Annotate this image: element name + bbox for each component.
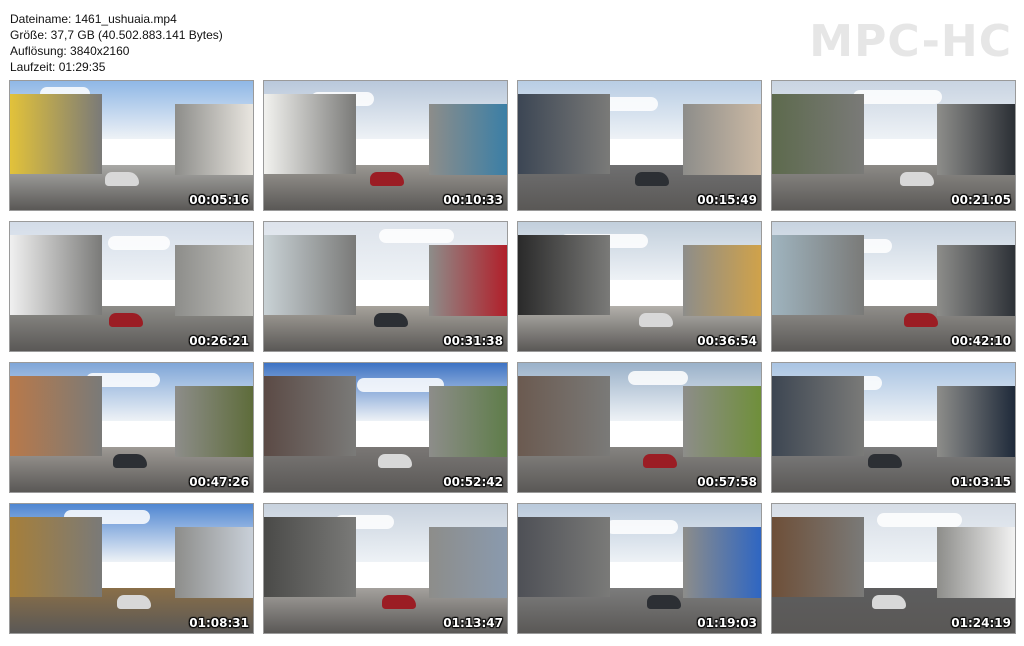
- thumbnail[interactable]: 00:10:33: [263, 80, 508, 211]
- timestamp: 00:57:58: [697, 475, 757, 489]
- thumbnail-image: [10, 363, 253, 492]
- timestamp: 00:31:38: [443, 334, 503, 348]
- thumbnail-image: [772, 504, 1015, 633]
- file-info: Dateiname: 1461_ushuaia.mp4 Größe: 37,7 …: [10, 11, 223, 75]
- timestamp: 00:52:42: [443, 475, 503, 489]
- timestamp: 00:42:10: [951, 334, 1011, 348]
- thumbnail[interactable]: 00:21:05: [771, 80, 1016, 211]
- thumbnail[interactable]: 01:24:19: [771, 503, 1016, 634]
- timestamp: 00:05:16: [189, 193, 249, 207]
- thumbnail[interactable]: 01:08:31: [9, 503, 254, 634]
- thumbnail-image: [518, 222, 761, 351]
- resolution-line: Auflösung: 3840x2160: [10, 44, 130, 58]
- thumbnail[interactable]: 01:13:47: [263, 503, 508, 634]
- thumbnail[interactable]: 00:57:58: [517, 362, 762, 493]
- mpc-hc-logo: MPC-HC: [809, 16, 1012, 67]
- thumbnail-sheet: Dateiname: 1461_ushuaia.mp4 Größe: 37,7 …: [0, 0, 1024, 646]
- thumbnail-image: [518, 81, 761, 210]
- filename-line: Dateiname: 1461_ushuaia.mp4: [10, 12, 177, 26]
- thumbnail-image: [518, 504, 761, 633]
- thumbnail-image: [772, 222, 1015, 351]
- timestamp: 01:08:31: [189, 616, 249, 630]
- thumbnail-image: [10, 81, 253, 210]
- thumbnail[interactable]: 00:52:42: [263, 362, 508, 493]
- thumbnail-image: [264, 504, 507, 633]
- timestamp: 00:15:49: [697, 193, 757, 207]
- thumbnail[interactable]: 00:26:21: [9, 221, 254, 352]
- timestamp: 00:21:05: [951, 193, 1011, 207]
- thumbnail-image: [518, 363, 761, 492]
- timestamp: 00:26:21: [189, 334, 249, 348]
- thumbnail-image: [264, 222, 507, 351]
- thumbnail-image: [10, 222, 253, 351]
- thumbnail[interactable]: 00:15:49: [517, 80, 762, 211]
- thumbnail[interactable]: 00:36:54: [517, 221, 762, 352]
- timestamp: 01:13:47: [443, 616, 503, 630]
- thumbnail-image: [772, 81, 1015, 210]
- duration-line: Laufzeit: 01:29:35: [10, 60, 106, 74]
- timestamp: 00:36:54: [697, 334, 757, 348]
- thumbnail-image: [264, 81, 507, 210]
- thumbnail-image: [772, 363, 1015, 492]
- size-line: Größe: 37,7 GB (40.502.883.141 Bytes): [10, 28, 223, 42]
- timestamp: 01:19:03: [697, 616, 757, 630]
- timestamp: 00:47:26: [189, 475, 249, 489]
- timestamp: 01:03:15: [951, 475, 1011, 489]
- thumbnail-image: [10, 504, 253, 633]
- thumbnail-grid: 00:05:16 00:10:33 00:15:49 00:21:05 00:26:21…: [9, 80, 1016, 634]
- thumbnail[interactable]: 00:42:10: [771, 221, 1016, 352]
- thumbnail[interactable]: 00:47:26: [9, 362, 254, 493]
- thumbnail[interactable]: 00:31:38: [263, 221, 508, 352]
- timestamp: 00:10:33: [443, 193, 503, 207]
- thumbnail-image: [264, 363, 507, 492]
- thumbnail[interactable]: 01:19:03: [517, 503, 762, 634]
- timestamp: 01:24:19: [951, 616, 1011, 630]
- thumbnail[interactable]: 01:03:15: [771, 362, 1016, 493]
- thumbnail[interactable]: 00:05:16: [9, 80, 254, 211]
